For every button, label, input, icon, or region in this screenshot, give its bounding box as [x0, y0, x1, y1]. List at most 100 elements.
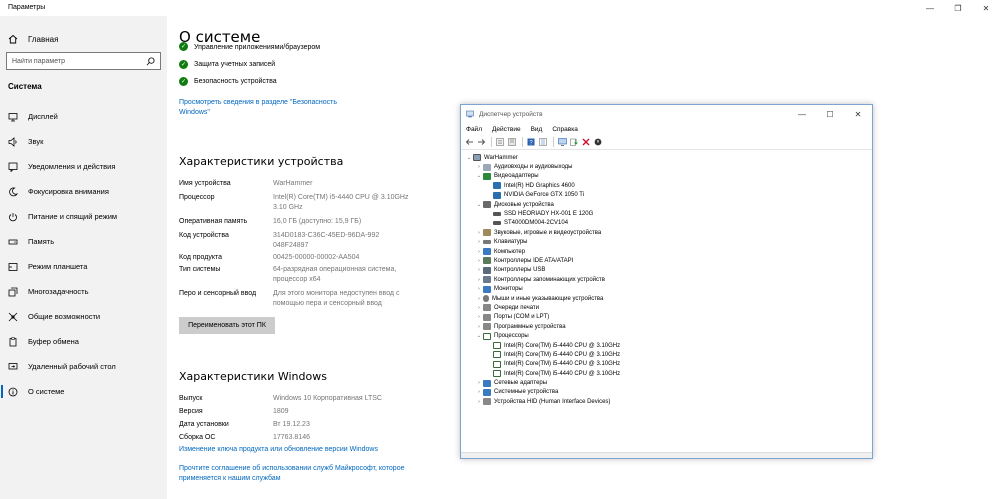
- spec-key: Код устройства: [179, 232, 229, 239]
- security-list: ✓ Управление приложениями/браузером ✓ За…: [179, 42, 320, 90]
- tree-node[interactable]: › Компьютер: [465, 247, 872, 256]
- tree-node[interactable]: NVIDIA GeForce GTX 1050 Ti: [465, 191, 872, 200]
- chevron-right-icon[interactable]: ›: [475, 286, 483, 292]
- tree-node[interactable]: › Очереди печати: [465, 303, 872, 312]
- menu-view[interactable]: Вид: [531, 126, 543, 133]
- chevron-down-icon[interactable]: ⌄: [475, 333, 483, 339]
- sidebar-item-about[interactable]: О системе: [0, 379, 167, 404]
- monitor-icon[interactable]: [557, 137, 567, 147]
- check-icon: ✓: [179, 60, 188, 69]
- tree-node[interactable]: › Звуковые, игровые и видеоустройства: [465, 228, 872, 237]
- tree-node[interactable]: ⌄ Процессоры: [465, 331, 872, 340]
- chevron-right-icon[interactable]: ›: [475, 399, 483, 405]
- chevron-right-icon[interactable]: ›: [475, 277, 483, 283]
- chevron-right-icon[interactable]: ›: [475, 258, 483, 264]
- tree-node[interactable]: › Программные устройства: [465, 322, 872, 331]
- chevron-right-icon[interactable]: ›: [475, 239, 483, 245]
- back-arrow-icon[interactable]: [464, 137, 474, 147]
- tree-node-root[interactable]: ⌄ WarHammer: [465, 153, 872, 162]
- dm-minimize-button[interactable]: —: [788, 105, 816, 123]
- tree-node[interactable]: › Устройства HID (Human Interface Devices…: [465, 397, 872, 406]
- chevron-right-icon[interactable]: ›: [475, 380, 483, 386]
- sidebar-item-clipboard[interactable]: Буфер обмена: [0, 329, 167, 354]
- security-details-link[interactable]: Просмотреть сведения в разделе "Безопасн…: [179, 98, 359, 118]
- sidebar-item-focus[interactable]: Фокусировка внимания: [0, 179, 167, 204]
- tree-node[interactable]: › Клавиатуры: [465, 238, 872, 247]
- tree-view-icon[interactable]: [495, 137, 505, 147]
- spec-value: 314D0183-C36C-45ED-96DA-992048F24897: [273, 232, 380, 249]
- chevron-right-icon[interactable]: ›: [475, 249, 483, 255]
- spec-key: Версия: [179, 408, 203, 415]
- rename-pc-button[interactable]: Переименовать этот ПК: [179, 317, 275, 334]
- chevron-down-icon[interactable]: ⌄: [475, 173, 483, 179]
- tree-node[interactable]: Intel(R) Core(TM) i5-4440 CPU @ 3.10GHz: [465, 350, 872, 359]
- tree-node[interactable]: Intel(R) Core(TM) i5-4440 CPU @ 3.10GHz: [465, 360, 872, 369]
- sidebar-item-shared[interactable]: Общие возможности: [0, 304, 167, 329]
- sidebar-item-sound[interactable]: Звук: [0, 129, 167, 154]
- search-box[interactable]: [6, 52, 161, 70]
- properties-icon[interactable]: [507, 137, 517, 147]
- tree-node[interactable]: ST4000DM004-2CV104: [465, 219, 872, 228]
- tree-node[interactable]: Intel(R) Core(TM) i5-4440 CPU @ 3.10GHz: [465, 369, 872, 378]
- disk-icon: [483, 201, 491, 209]
- tree-node-label: Мониторы: [494, 286, 523, 293]
- license-agreement-link[interactable]: Прочтите соглашение об использовании слу…: [179, 464, 409, 484]
- sidebar-home[interactable]: Главная: [8, 34, 58, 44]
- sidebar-item-display[interactable]: Дисплей: [0, 104, 167, 129]
- tree-node[interactable]: › Порты (COM и LPT): [465, 313, 872, 322]
- tree-node-label: ST4000DM004-2CV104: [504, 220, 569, 227]
- tree-node[interactable]: › Системные устройства: [465, 388, 872, 397]
- chevron-right-icon[interactable]: ›: [475, 389, 483, 395]
- chevron-down-icon[interactable]: ⌄: [465, 155, 473, 161]
- tree-node-label: Аудиовходы и аудиовыходы: [494, 164, 573, 171]
- chevron-right-icon[interactable]: ›: [475, 164, 483, 170]
- tree-node[interactable]: › Аудиовходы и аудиовыходы: [465, 162, 872, 171]
- search-input[interactable]: [7, 53, 137, 69]
- menu-file[interactable]: Файл: [466, 126, 482, 133]
- restore-button[interactable]: ❐: [944, 0, 972, 16]
- tree-node[interactable]: Intel(R) Core(TM) i5-4440 CPU @ 3.10GHz: [465, 341, 872, 350]
- spec-row: Сборка ОС 17763.8146: [179, 433, 413, 443]
- disable-device-icon[interactable]: [593, 137, 603, 147]
- uninstall-icon[interactable]: [581, 137, 591, 147]
- tree-node[interactable]: › Контроллеры USB: [465, 266, 872, 275]
- sidebar-item-tablet[interactable]: Режим планшета: [0, 254, 167, 279]
- chevron-right-icon[interactable]: ›: [475, 230, 483, 236]
- dm-restore-button[interactable]: ☐: [816, 105, 844, 123]
- chevron-right-icon[interactable]: ›: [475, 314, 483, 320]
- forward-arrow-icon[interactable]: [476, 137, 486, 147]
- chevron-right-icon[interactable]: ›: [475, 305, 483, 311]
- minimize-button[interactable]: —: [916, 0, 944, 16]
- tree-node[interactable]: › Контроллеры запоминающих устройств: [465, 275, 872, 284]
- change-product-key-link[interactable]: Изменение ключа продукта или обновление …: [179, 445, 378, 455]
- tree-node[interactable]: › Мониторы: [465, 284, 872, 293]
- security-item-label: Управление приложениями/браузером: [194, 44, 321, 51]
- tree-node[interactable]: ⌄ Дисковые устройства: [465, 200, 872, 209]
- tree-node[interactable]: › Сетевые адаптеры: [465, 378, 872, 387]
- dm-close-button[interactable]: ✕: [844, 105, 872, 123]
- tree-node[interactable]: SSD HEORIADY HX-001 E 120G: [465, 209, 872, 218]
- chevron-right-icon[interactable]: ›: [475, 267, 483, 273]
- chevron-down-icon[interactable]: ⌄: [475, 202, 483, 208]
- chevron-right-icon[interactable]: ›: [475, 296, 483, 302]
- sidebar-item-notifications[interactable]: Уведомления и действия: [0, 154, 167, 179]
- menu-action[interactable]: Действие: [492, 126, 521, 133]
- close-button[interactable]: ✕: [972, 0, 1000, 16]
- sidebar-item-remote-desktop[interactable]: Удаленный рабочий стол: [0, 354, 167, 379]
- resources-icon[interactable]: [538, 137, 548, 147]
- tree-node[interactable]: › Контроллеры IDE ATA/ATAPI: [465, 256, 872, 265]
- help-icon[interactable]: ?: [526, 137, 536, 147]
- sidebar-item-multitasking[interactable]: Многозадачность: [0, 279, 167, 304]
- sidebar-item-power[interactable]: Питание и спящий режим: [0, 204, 167, 229]
- tree-node[interactable]: ⌄ Видеоадаптеры: [465, 172, 872, 181]
- dm-window-controls: — ☐ ✕: [788, 105, 872, 123]
- tree-node-label: Контроллеры запоминающих устройств: [494, 276, 605, 283]
- tree-node[interactable]: Intel(R) HD Graphics 4600: [465, 181, 872, 190]
- menu-help[interactable]: Справка: [552, 126, 578, 133]
- tree-node[interactable]: › Мыши и иные указывающие устройства: [465, 294, 872, 303]
- update-driver-icon[interactable]: [569, 137, 579, 147]
- sidebar-item-storage[interactable]: Память: [0, 229, 167, 254]
- sidebar-item-label: Общие возможности: [28, 312, 101, 321]
- chevron-right-icon[interactable]: ›: [475, 324, 483, 330]
- sidebar-item-label: О системе: [28, 387, 65, 396]
